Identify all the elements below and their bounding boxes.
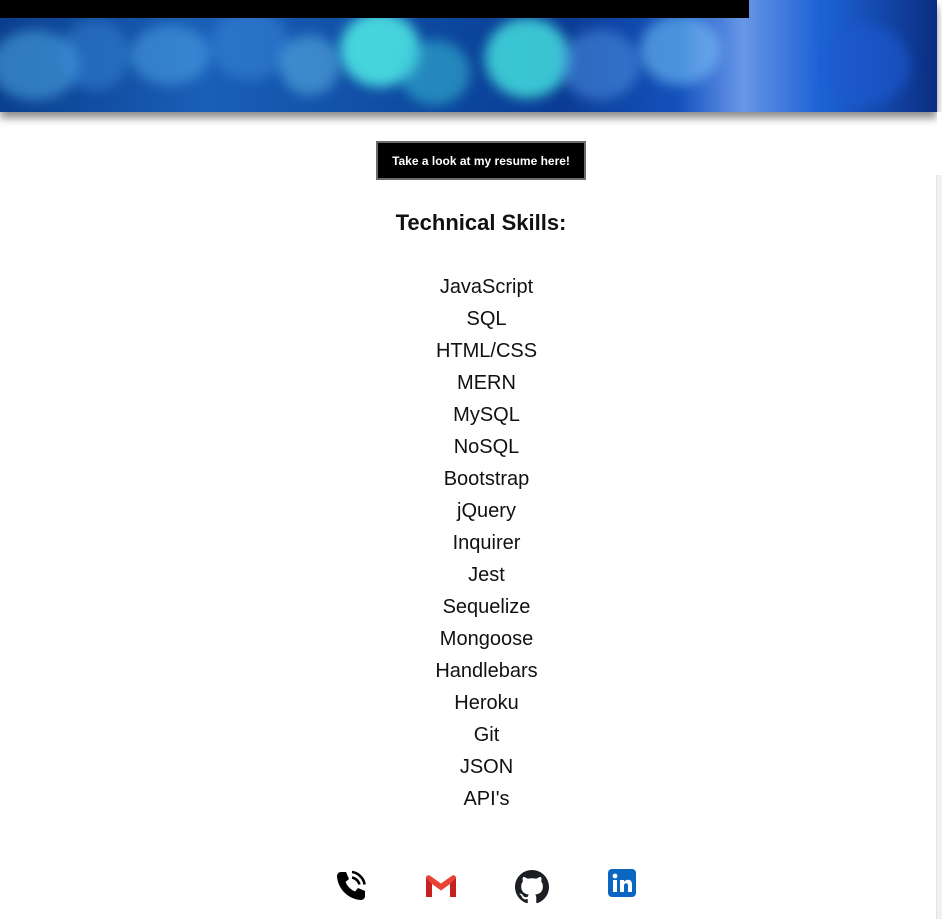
banner-top-bar	[0, 0, 749, 18]
skill-item: Handlebars	[435, 660, 538, 682]
phone-icon[interactable]	[334, 869, 368, 903]
gmail-icon[interactable]	[424, 874, 458, 898]
skill-item: Inquirer	[452, 532, 521, 554]
skill-item: API's	[463, 788, 510, 810]
skill-item: SQL	[466, 308, 507, 330]
skill-item: Git	[473, 724, 500, 746]
skill-item: Mongoose	[439, 628, 534, 650]
skill-item: Bootstrap	[443, 468, 530, 490]
skill-item: NoSQL	[453, 436, 520, 458]
skill-item: JSON	[459, 756, 514, 778]
technical-skills-heading: Technical Skills:	[395, 210, 567, 235]
skill-item: HTML/CSS	[435, 340, 538, 362]
scrollbar-thumb[interactable]	[937, 112, 942, 175]
skill-item: MERN	[457, 372, 516, 394]
page: Take a look at my resume here! Technical…	[0, 0, 942, 919]
skill-item: MySQL	[453, 404, 520, 426]
skill-item: Heroku	[454, 692, 519, 714]
linkedin-icon[interactable]	[608, 869, 636, 897]
technical-skills-list: JavaScript SQL HTML/CSS MERN MySQL NoSQL…	[0, 273, 942, 817]
skill-item: Jest	[468, 564, 505, 586]
skill-item: JavaScript	[439, 276, 534, 298]
header-banner-image	[0, 0, 937, 112]
resume-button[interactable]: Take a look at my resume here!	[376, 141, 586, 180]
github-icon[interactable]	[515, 870, 549, 904]
skill-item: Sequelize	[442, 596, 531, 618]
skill-item: jQuery	[457, 500, 516, 522]
